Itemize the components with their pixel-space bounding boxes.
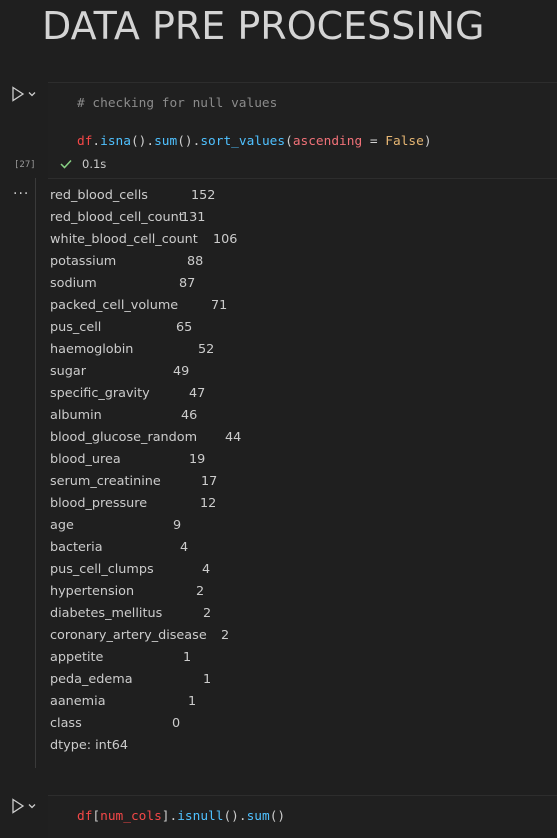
output-row: sugar 49 [50, 364, 189, 379]
output-row: blood_urea 19 [50, 452, 205, 467]
output-row: white_blood_cell_count 106 [50, 232, 237, 247]
output-row-value: 46 [181, 408, 198, 423]
output-row-name: pus_cell [50, 320, 102, 335]
code-comment: # checking for null values [77, 96, 278, 111]
output-row-name: serum_creatinine [50, 474, 161, 489]
ellipsis-icon[interactable]: ··· [13, 186, 29, 202]
output-row-name: white_blood_cell_count [50, 232, 198, 247]
output-divider [35, 178, 36, 768]
output-row: hypertension 2 [50, 584, 204, 599]
output-row-name: coronary_artery_disease [50, 628, 207, 643]
output-row-value: 44 [225, 430, 242, 445]
output-row-value: 71 [211, 298, 228, 313]
output-row-value: 0 [172, 716, 181, 731]
output-row-value: 2 [203, 606, 212, 621]
output-row: bacteria 4 [50, 540, 188, 555]
output-row-value: 1 [188, 694, 197, 709]
output-row-name: albumin [50, 408, 102, 423]
output-row-name: specific_gravity [50, 386, 150, 401]
output-row: appetite 1 [50, 650, 191, 665]
output-row: peda_edema 1 [50, 672, 211, 687]
output-row: age 9 [50, 518, 181, 533]
run-cell-button[interactable] [11, 85, 41, 103]
output-row-name: blood_glucose_random [50, 430, 198, 445]
output-row-name: hypertension [50, 584, 135, 599]
output-row-name: peda_edema [50, 672, 133, 687]
output-row-value: 17 [201, 474, 218, 489]
output-row-name: sodium [50, 276, 97, 291]
output-row-name: red_blood_cell_count [50, 210, 184, 225]
output-row: pus_cell_clumps 4 [50, 562, 210, 577]
output-row: diabetes_mellitus 2 [50, 606, 211, 621]
output-row: blood_glucose_random 44 [50, 430, 241, 445]
output-row: class 0 [50, 716, 180, 731]
output-row-name: diabetes_mellitus [50, 606, 163, 621]
output-row-name: aanemia [50, 694, 106, 709]
output-row-value: 12 [200, 496, 217, 511]
output-row: haemoglobin 52 [50, 342, 214, 357]
output-row-value: 47 [189, 386, 206, 401]
output-row: packed_cell_volume 71 [50, 298, 227, 313]
output-row: potassium 88 [50, 254, 203, 269]
output-row-name: packed_cell_volume [50, 298, 179, 313]
markdown-heading: DATA PRE PROCESSING [42, 4, 485, 48]
output-row-value: 88 [187, 254, 204, 269]
output-row-value: 4 [180, 540, 189, 555]
output-row-name: blood_pressure [50, 496, 148, 511]
output-row-value: 2 [221, 628, 230, 643]
output-row-name: age [50, 518, 74, 533]
check-icon [60, 159, 72, 169]
output-row: coronary_artery_disease 2 [50, 628, 229, 643]
play-icon [12, 798, 25, 814]
output-row: albumin 46 [50, 408, 197, 423]
output-row: sodium 87 [50, 276, 195, 291]
chevron-down-icon[interactable] [27, 89, 37, 99]
output-row: red_blood_cells 152 [50, 188, 215, 203]
output-row-value: 4 [202, 562, 211, 577]
output-row-value: 87 [179, 276, 196, 291]
run-cell-button[interactable] [11, 797, 41, 815]
output-row-value: 19 [189, 452, 206, 467]
output-row-name: sugar [50, 364, 87, 379]
output-row: aanemia 1 [50, 694, 196, 709]
code-editor[interactable]: df[num_cols].isnull().sum() [48, 795, 557, 838]
output-row: serum_creatinine 17 [50, 474, 217, 489]
output-row-value: 131 [181, 210, 206, 225]
output-row-value: 152 [191, 188, 216, 203]
output-row-name: bacteria [50, 540, 103, 555]
execution-duration: 0.1s [82, 157, 107, 171]
output-row-name: blood_urea [50, 452, 121, 467]
output-row-value: 1 [183, 650, 192, 665]
code-line: df[num_cols].isnull().sum() [77, 809, 286, 824]
output-row-value: 2 [196, 584, 205, 599]
output-row: pus_cell 65 [50, 320, 192, 335]
code-line: df.isna().sum().sort_values(ascending = … [77, 134, 432, 149]
output-row-value: 1 [203, 672, 212, 687]
output-row-value: 9 [173, 518, 182, 533]
output-row-name: class [50, 716, 82, 731]
output-row: red_blood_cell_count 131 [50, 210, 205, 225]
output-dtype: dtype: int64 [50, 738, 129, 753]
output-row: specific_gravity 47 [50, 386, 205, 401]
execution-count: [27] [14, 160, 36, 170]
output-row-value: 65 [176, 320, 193, 335]
play-icon [12, 86, 25, 102]
execution-status: 0.1s [60, 157, 106, 171]
output-row: blood_pressure 12 [50, 496, 216, 511]
output-row-name: pus_cell_clumps [50, 562, 154, 577]
chevron-down-icon[interactable] [27, 801, 37, 811]
output-row-name: haemoglobin [50, 342, 134, 357]
output-row-value: 106 [213, 232, 238, 247]
output-row-name: appetite [50, 650, 104, 665]
output-row-name: red_blood_cells [50, 188, 148, 203]
output-row-value: 49 [173, 364, 190, 379]
output-row-value: 52 [198, 342, 215, 357]
output-row-name: potassium [50, 254, 117, 269]
code-editor[interactable]: # checking for null values df.isna().sum… [48, 82, 557, 179]
